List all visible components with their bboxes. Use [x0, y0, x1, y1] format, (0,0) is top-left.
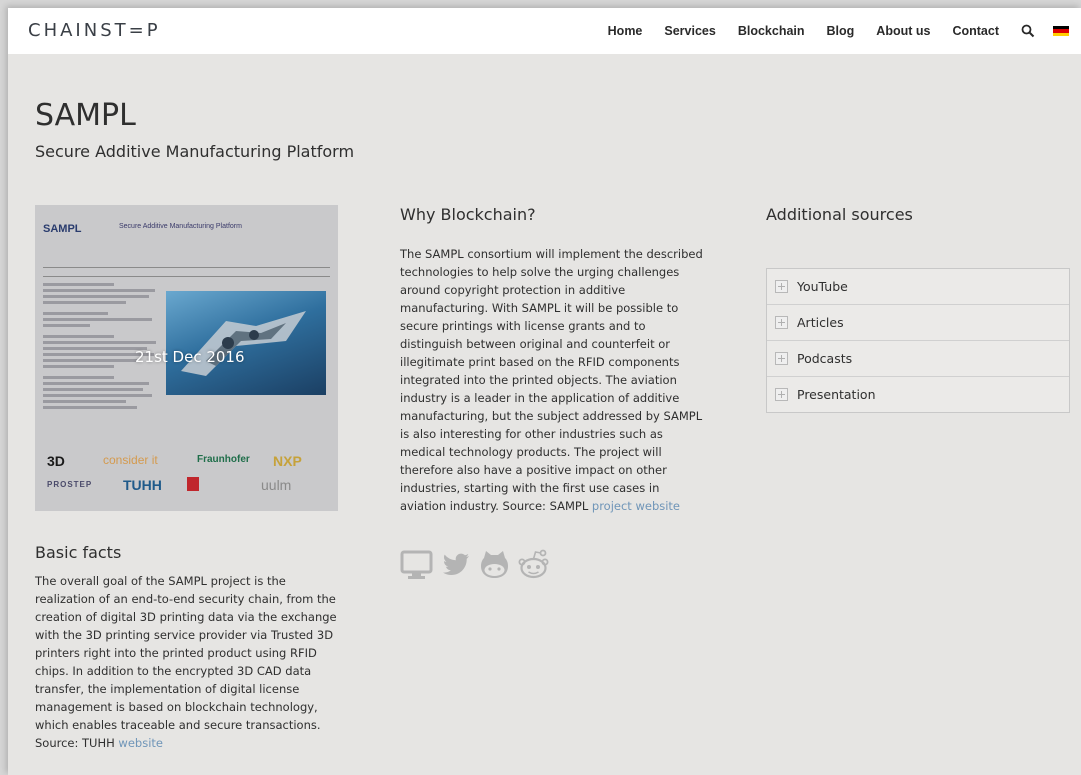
poster-document: SAMPL Secure Additive Manufacturing Plat…: [35, 205, 338, 511]
top-navigation-bar: CHAINST=P Home Services Blockchain Blog …: [8, 8, 1081, 54]
accordion-label: Podcasts: [797, 351, 853, 366]
plus-icon: [775, 352, 788, 365]
accordion-podcasts[interactable]: Podcasts: [767, 341, 1069, 377]
partner-3d: 3D: [47, 453, 65, 469]
monitor-icon[interactable]: [400, 548, 433, 581]
additional-sources-heading: Additional sources: [766, 205, 913, 224]
why-blockchain-text: The SAMPL consortium will implement the …: [400, 245, 705, 515]
accordion-youtube[interactable]: YouTube: [767, 269, 1069, 305]
nav-about-us[interactable]: About us: [876, 24, 930, 38]
nav-contact[interactable]: Contact: [952, 24, 999, 38]
accordion-label: Presentation: [797, 387, 876, 402]
plus-icon: [775, 280, 788, 293]
nav-home[interactable]: Home: [608, 24, 643, 38]
share-icons: [400, 548, 550, 581]
tuhh-website-link[interactable]: website: [118, 736, 163, 750]
accordion-label: YouTube: [797, 279, 848, 294]
poster-3d-print-photo: [166, 291, 326, 395]
accordion-presentation[interactable]: Presentation: [767, 377, 1069, 412]
poster-nav-lines: [43, 267, 330, 277]
reddit-icon[interactable]: [517, 548, 550, 581]
partner-consider-it: consider it: [103, 453, 158, 467]
chainstep-logo[interactable]: CHAINST=P: [28, 20, 161, 41]
basic-facts-body: The overall goal of the SAMPL project is…: [35, 574, 337, 750]
why-blockchain-body: The SAMPL consortium will implement the …: [400, 247, 703, 513]
basic-facts-heading: Basic facts: [35, 543, 122, 562]
partner-nxp: NXP: [273, 453, 302, 469]
github-icon[interactable]: [478, 548, 511, 581]
nav-services[interactable]: Services: [664, 24, 715, 38]
post-date: 21st Dec 2016: [135, 348, 245, 366]
accordion-articles[interactable]: Articles: [767, 305, 1069, 341]
plus-icon: [775, 388, 788, 401]
search-icon[interactable]: [1021, 24, 1035, 38]
page-subtitle: Secure Additive Manufacturing Platform: [35, 142, 355, 161]
accordion-label: Articles: [797, 315, 844, 330]
german-flag-icon[interactable]: [1053, 25, 1069, 37]
plus-icon: [775, 316, 788, 329]
partner-red-logo: [187, 477, 199, 491]
poster-sampl-logo: SAMPL: [43, 223, 82, 235]
twitter-icon[interactable]: [439, 548, 472, 581]
sampl-project-image[interactable]: SAMPL Secure Additive Manufacturing Plat…: [35, 205, 338, 511]
page-title: SAMPL: [35, 98, 136, 133]
project-website-link[interactable]: project website: [592, 499, 680, 513]
sources-accordion: YouTube Articles Podcasts Presentation: [766, 268, 1070, 413]
why-blockchain-heading: Why Blockchain?: [400, 205, 536, 224]
nav-blog[interactable]: Blog: [827, 24, 855, 38]
partner-fraunhofer: Fraunhofer: [197, 454, 250, 465]
partner-tuhh: TUHH: [123, 477, 162, 493]
poster-title: Secure Additive Manufacturing Platform: [119, 223, 242, 230]
partner-prostep: PROSTEP: [47, 480, 93, 489]
main-nav: Home Services Blockchain Blog About us C…: [586, 8, 1069, 54]
basic-facts-text: The overall goal of the SAMPL project is…: [35, 572, 341, 752]
partner-uulm: uulm: [261, 477, 292, 493]
page: CHAINST=P Home Services Blockchain Blog …: [8, 8, 1081, 775]
nav-blockchain[interactable]: Blockchain: [738, 24, 805, 38]
